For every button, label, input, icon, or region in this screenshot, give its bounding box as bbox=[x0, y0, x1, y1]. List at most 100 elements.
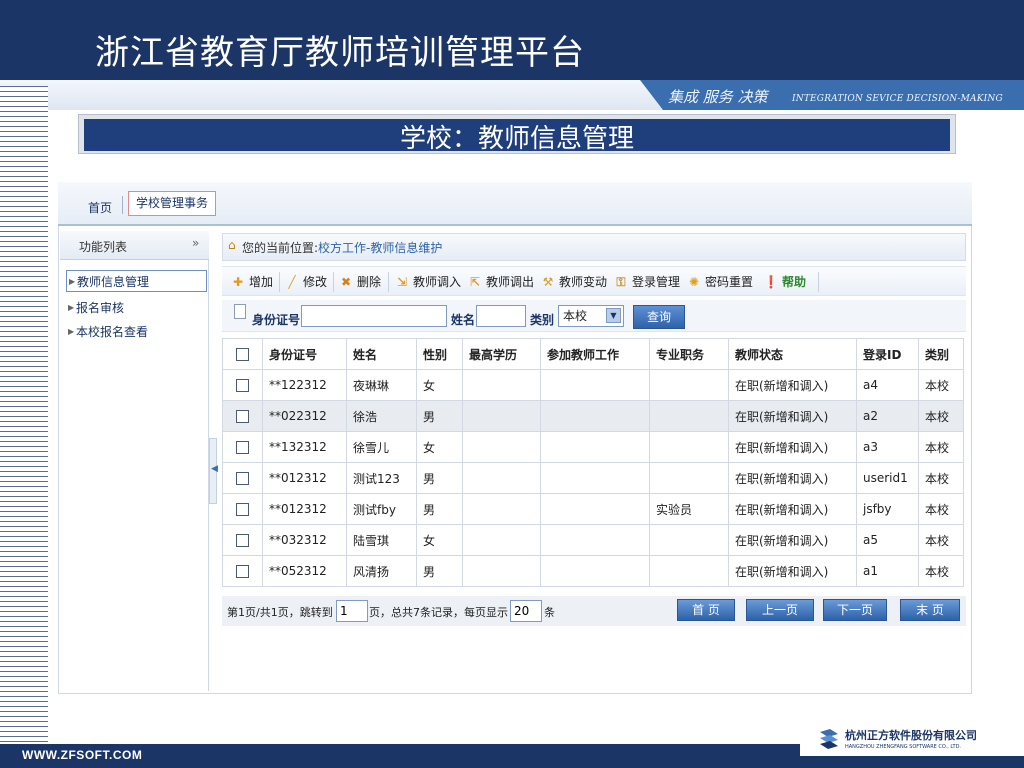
column-header-id[interactable]: 身份证号 bbox=[262, 338, 347, 370]
column-header-login-id[interactable]: 登录ID bbox=[856, 338, 919, 370]
password-reset-button[interactable]: ✺ 密码重置 bbox=[686, 272, 753, 292]
teacher-change-button[interactable]: ⚒ 教师变动 bbox=[540, 272, 607, 292]
login-manage-button[interactable]: ⚿ 登录管理 bbox=[613, 272, 680, 292]
cell-gender: 女 bbox=[416, 431, 463, 463]
select-all-checkbox[interactable] bbox=[236, 348, 249, 361]
cell-id: **012312 bbox=[262, 493, 347, 525]
per-page-input[interactable] bbox=[510, 600, 542, 622]
cell-work-start bbox=[540, 431, 650, 463]
column-header-type[interactable]: 类别 bbox=[918, 338, 964, 370]
cell-title: 实验员 bbox=[649, 493, 729, 525]
cell-type: 本校 bbox=[918, 400, 964, 432]
breadcrumb-path[interactable]: 校方工作-教师信息维护 bbox=[318, 241, 442, 255]
table-row[interactable]: **012312 测试123 男 在职(新增和调入) userid1 本校 bbox=[222, 462, 964, 494]
column-header-work-start[interactable]: 参加教师工作 bbox=[540, 338, 650, 370]
cell-status: 在职(新增和调入) bbox=[728, 524, 857, 556]
table-row[interactable]: **052312 风清扬 男 在职(新增和调入) a1 本校 bbox=[222, 555, 964, 587]
row-checkbox[interactable] bbox=[236, 410, 249, 423]
first-page-button[interactable]: 首 页 bbox=[677, 599, 735, 621]
row-checkbox[interactable] bbox=[236, 379, 249, 392]
row-select-cell bbox=[222, 431, 263, 463]
cell-gender: 男 bbox=[416, 493, 463, 525]
cell-gender: 男 bbox=[416, 462, 463, 494]
cell-work-start bbox=[540, 493, 650, 525]
row-checkbox[interactable] bbox=[236, 534, 249, 547]
cell-education bbox=[462, 431, 541, 463]
cell-login-id: userid1 bbox=[856, 462, 919, 494]
query-button[interactable]: 查询 bbox=[633, 305, 685, 329]
cell-gender: 女 bbox=[416, 524, 463, 556]
toolbar-separator bbox=[818, 272, 819, 292]
gear-icon: ✺ bbox=[688, 275, 700, 289]
chevron-down-icon[interactable]: ▼ bbox=[606, 308, 621, 323]
breadcrumb-prefix: 您的当前位置: bbox=[242, 241, 319, 255]
id-number-label: 身份证号 bbox=[252, 313, 301, 327]
sidebar-item-enroll-review[interactable]: ▶ 报名审核 bbox=[66, 297, 124, 319]
cell-name: 测试fby bbox=[346, 493, 417, 525]
chevron-double-down-icon[interactable]: » bbox=[192, 236, 199, 250]
pager-middle: 页，总共7条记录，每页显示 bbox=[369, 606, 508, 619]
breadcrumb-text: 您的当前位置:校方工作-教师信息维护 bbox=[242, 239, 442, 256]
cell-education bbox=[462, 555, 541, 587]
add-button[interactable]: ✚ 增加 bbox=[230, 272, 273, 292]
cell-work-start bbox=[540, 369, 650, 401]
row-select-cell bbox=[222, 462, 263, 494]
next-page-button[interactable]: 下一页 bbox=[823, 599, 887, 621]
transfer-in-icon: ⇲ bbox=[396, 275, 408, 289]
sidebar-item-school-enroll[interactable]: ▶ 本校报名查看 bbox=[66, 321, 148, 343]
cell-status: 在职(新增和调入) bbox=[728, 555, 857, 587]
toolbar-separator bbox=[279, 272, 280, 292]
cell-login-id: a5 bbox=[856, 524, 919, 556]
table-row[interactable]: **132312 徐雪儿 女 在职(新增和调入) a3 本校 bbox=[222, 431, 964, 463]
nav-separator bbox=[122, 196, 123, 214]
toolbar-separator bbox=[388, 272, 389, 292]
page-title: 浙江省教育厅教师培训管理平台 bbox=[95, 33, 585, 73]
last-page-button[interactable]: 末 页 bbox=[900, 599, 960, 621]
cell-work-start bbox=[540, 462, 650, 494]
company-logo-icon bbox=[820, 729, 838, 749]
select-all-cell bbox=[222, 338, 263, 370]
row-checkbox[interactable] bbox=[236, 565, 249, 578]
cell-title bbox=[649, 400, 729, 432]
cell-education bbox=[462, 462, 541, 494]
type-label: 类别 bbox=[530, 313, 555, 327]
edit-button[interactable]: ╱ 修改 bbox=[284, 272, 327, 292]
table-row[interactable]: **012312 测试fby 男 实验员 在职(新增和调入) jsfby 本校 bbox=[222, 493, 964, 525]
nav-home-link[interactable]: 首页 bbox=[88, 199, 112, 216]
row-checkbox[interactable] bbox=[236, 472, 249, 485]
section-title: 学校：教师信息管理 bbox=[399, 124, 634, 154]
transfer-out-button[interactable]: ⇱ 教师调出 bbox=[467, 272, 534, 292]
transfer-in-button[interactable]: ⇲ 教师调入 bbox=[394, 272, 461, 292]
help-icon: ❗ bbox=[763, 275, 779, 289]
table-row[interactable]: **022312 徐浩 男 在职(新增和调入) a2 本校 bbox=[222, 400, 964, 432]
cell-education bbox=[462, 524, 541, 556]
sidebar-item-teacher-info[interactable]: ▶ 教师信息管理 bbox=[66, 270, 207, 292]
page-jump-input[interactable] bbox=[336, 600, 368, 622]
cell-type: 本校 bbox=[918, 555, 964, 587]
nav-tab-school-affairs[interactable]: 学校管理事务 bbox=[128, 191, 216, 216]
cell-login-id: a3 bbox=[856, 431, 919, 463]
column-header-education[interactable]: 最高学历 bbox=[462, 338, 541, 370]
row-checkbox[interactable] bbox=[236, 441, 249, 454]
table-row[interactable]: **032312 陆雪琪 女 在职(新增和调入) a5 本校 bbox=[222, 524, 964, 556]
prev-page-button[interactable]: 上一页 bbox=[746, 599, 814, 621]
column-header-name[interactable]: 姓名 bbox=[346, 338, 417, 370]
row-checkbox[interactable] bbox=[236, 503, 249, 516]
column-header-title[interactable]: 专业职务 bbox=[649, 338, 729, 370]
cell-title bbox=[649, 462, 729, 494]
document-icon bbox=[234, 304, 246, 319]
delete-button[interactable]: ✖ 删除 bbox=[338, 272, 381, 292]
column-header-status[interactable]: 教师状态 bbox=[728, 338, 857, 370]
row-select-cell bbox=[222, 493, 263, 525]
cell-title bbox=[649, 524, 729, 556]
help-button[interactable]: ❗ 帮助 bbox=[763, 272, 807, 292]
column-header-gender[interactable]: 性别 bbox=[416, 338, 463, 370]
name-input[interactable] bbox=[476, 305, 526, 327]
cell-education bbox=[462, 369, 541, 401]
id-number-input[interactable] bbox=[301, 305, 447, 327]
cell-login-id: jsfby bbox=[856, 493, 919, 525]
sidebar-header-label: 功能列表 bbox=[79, 240, 128, 254]
chevron-left-icon[interactable]: ◀ bbox=[211, 464, 218, 474]
table-row[interactable]: **122312 夜琳琳 女 在职(新增和调入) a4 本校 bbox=[222, 369, 964, 401]
cell-name: 徐浩 bbox=[346, 400, 417, 432]
